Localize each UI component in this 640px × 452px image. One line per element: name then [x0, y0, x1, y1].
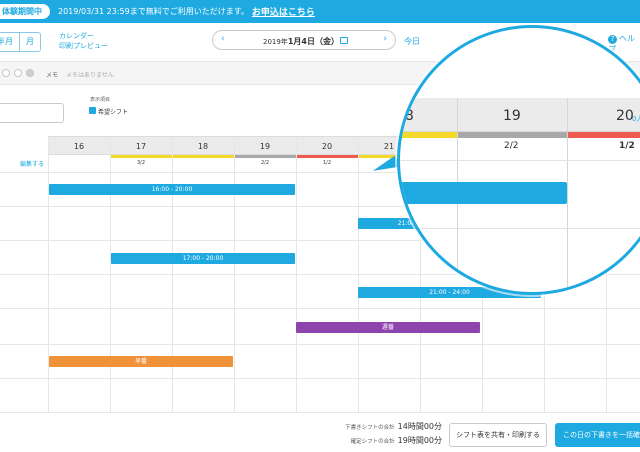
magnified-staffing-count: 2/2: [504, 141, 519, 151]
day-status-bar: [172, 155, 234, 158]
tab-month[interactable]: 月: [19, 33, 40, 51]
shift-bar[interactable]: 早番: [49, 356, 233, 367]
date-day: 1月4日（金）: [287, 37, 339, 46]
shift-bar[interactable]: 16:00 - 20:00: [49, 184, 295, 195]
calendar-link-line2: 印刷プレビュー: [59, 42, 108, 50]
checkbox-icon[interactable]: [89, 107, 96, 114]
staffing-count: 2/2: [260, 160, 270, 166]
chevron-left-icon[interactable]: ‹: [221, 34, 225, 44]
calendar-icon[interactable]: [340, 37, 348, 44]
magnified-day: 18: [397, 108, 414, 124]
status-circle-icon[interactable]: [2, 69, 10, 77]
memo-label: メモ: [46, 72, 59, 79]
share-print-button[interactable]: シフト表を共有・印刷する: [449, 423, 547, 447]
trial-message: 2019/03/31 23:59まで無料でご利用いただけます。: [58, 7, 249, 16]
day-header: 20: [321, 142, 333, 151]
display-items-label: 表示項目: [90, 97, 111, 103]
row-line: [0, 344, 640, 345]
draft-total-value: 14時間00分: [397, 422, 442, 431]
edit-link[interactable]: 編集する: [20, 159, 44, 168]
confirm-all-button[interactable]: この日の下書きを一括確定: [555, 423, 640, 447]
row-line: [0, 308, 640, 309]
current-date: 2019年1月4日（金）: [263, 36, 339, 47]
shift-bar[interactable]: 17:00 - 20:00: [111, 253, 295, 264]
magnified-day: 19: [503, 108, 521, 124]
row-line: [0, 378, 640, 379]
status-circle-icon[interactable]: [14, 69, 22, 77]
magnified-staffing-count: 1/2: [619, 141, 635, 151]
trial-badge: 体験期間中: [0, 4, 50, 19]
day-status-bar: [234, 155, 296, 158]
confirmed-total: 確定シフトの合計 19時間00分: [320, 435, 442, 446]
draft-total-label: 下書きシフトの合計: [345, 425, 395, 431]
memo-text: メモはありません: [66, 72, 114, 79]
shift-bar[interactable]: 遅番: [296, 322, 480, 333]
magnified-grid-line: [567, 98, 568, 292]
wish-shift-checkbox-label: 希望シフト: [98, 109, 129, 116]
day-header: 17: [135, 142, 147, 151]
day-header: 16: [73, 142, 85, 151]
day-header: 18: [197, 142, 209, 151]
staffing-count: 3/2: [136, 160, 146, 166]
magnified-status-bar: [400, 132, 457, 138]
magnified-row-line: [400, 160, 640, 161]
status-circle-filled-icon[interactable]: [26, 69, 34, 77]
trial-banner: 体験期間中 2019/03/31 23:59まで無料でご利用いただけます。 お申…: [0, 0, 640, 23]
date-year: 2019年: [263, 38, 288, 46]
confirmed-total-label: 確定シフトの合計: [350, 439, 395, 445]
view-switcher: 半月 月: [0, 32, 41, 52]
staffing-count: 1/2: [322, 160, 332, 166]
magnified-view: 18 19 20 2/2 1/2 25 0人: [397, 28, 640, 292]
tab-half-month[interactable]: 半月: [0, 33, 19, 51]
magnifier-lens: 18 19 20 2/2 1/2 25 0人: [397, 25, 640, 295]
signup-link[interactable]: お申込はこちら: [252, 5, 315, 18]
calendar-print-preview-link[interactable]: カレンダー 印刷プレビュー: [59, 31, 108, 51]
day-status-bar: [296, 155, 358, 158]
footer: 下書きシフトの合計 14時間00分 確定シフトの合計 19時間00分 シフト表を共有…: [0, 412, 640, 452]
draft-total: 下書きシフトの合計 14時間00分: [320, 421, 442, 432]
magnified-count-label: 0人: [632, 115, 640, 123]
date-navigator: ‹ 2019年1月4日（金） ›: [212, 30, 396, 50]
chevron-right-icon[interactable]: ›: [383, 34, 387, 44]
magnified-status-bar: [457, 132, 567, 138]
magnified-row-line: [400, 228, 640, 229]
magnified-status-bar: [567, 132, 640, 138]
shift-calendar-page: 体験期間中 2019/03/31 23:59まで無料でご利用いただけます。 お申…: [0, 0, 640, 452]
staff-select[interactable]: [0, 103, 64, 123]
day-header: 19: [259, 142, 271, 151]
day-status-bar: [110, 155, 172, 158]
confirmed-total-value: 19時間00分: [397, 436, 442, 445]
calendar-link-line1: カレンダー: [59, 32, 94, 40]
magnified-shift-bar: [400, 182, 567, 204]
